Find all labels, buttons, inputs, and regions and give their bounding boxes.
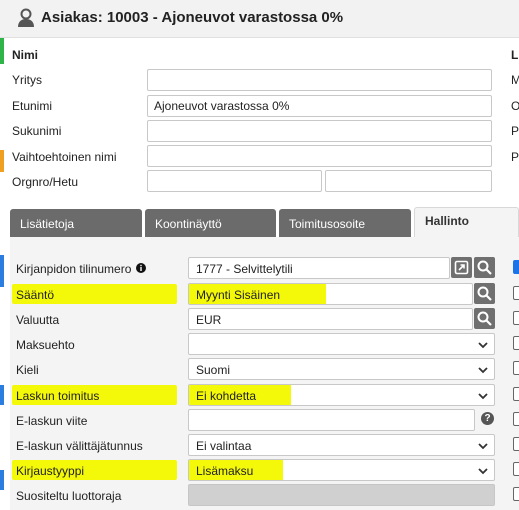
input-yritys[interactable] — [147, 69, 492, 91]
left-accent-strip — [0, 0, 4, 510]
label-yritys: Yritys — [12, 73, 42, 87]
label-orgnro-hetu: Orgnro/Hetu — [12, 175, 79, 189]
help-icon-glyph: ? — [484, 413, 491, 424]
input-orgnro[interactable] — [147, 170, 322, 192]
checkbox-row-7[interactable] — [513, 437, 519, 451]
right-column-item: P — [511, 150, 519, 164]
chevron-down-icon — [478, 367, 488, 374]
input-etunimi[interactable]: Ajoneuvot varastossa 0% — [147, 95, 492, 117]
field-valuutta[interactable]: EUR — [188, 308, 473, 330]
search-icon — [477, 311, 492, 326]
search-icon — [477, 286, 492, 301]
search-button-tilinumero[interactable] — [474, 257, 495, 278]
help-icon[interactable]: ? — [481, 412, 494, 425]
open-link-button[interactable] — [451, 257, 472, 278]
label-laskun-toimitus: Laskun toimitus — [16, 389, 100, 403]
label-vaihtoehtoinen-nimi: Vaihtoehtoinen nimi — [12, 150, 117, 164]
chevron-down-icon — [478, 342, 488, 349]
search-icon — [477, 260, 492, 275]
label-valuutta: Valuutta — [16, 313, 60, 327]
checkbox-row-1[interactable] — [513, 286, 519, 300]
right-column-item: O — [511, 99, 519, 113]
open-link-icon — [454, 260, 469, 275]
field-kirjanpidon-tilinumero-value: 1777 - Selvittelytili — [196, 262, 293, 276]
page-header: Asiakas: 10003 - Ajoneuvot varastossa 0% — [0, 0, 519, 38]
user-icon — [18, 8, 34, 27]
search-button-valuutta[interactable] — [474, 308, 495, 329]
input-vaihtoehtoinen-nimi[interactable] — [147, 145, 492, 167]
field-saanto-value: Myynti Sisäinen — [196, 288, 281, 302]
label-saanto: Sääntö — [16, 288, 55, 302]
tab-koontinaytto[interactable]: Koontinäyttö — [145, 209, 276, 238]
chevron-down-icon — [478, 468, 488, 475]
label-sukunimi: Sukunimi — [12, 124, 62, 138]
input-suositeltu-luottoraja — [188, 484, 495, 506]
input-hetu[interactable] — [325, 170, 492, 192]
label-kirjanpidon-tilinumero-text: Kirjanpidon tilinumero — [16, 262, 132, 276]
field-kirjanpidon-tilinumero[interactable]: 1777 - Selvittelytili — [188, 257, 450, 279]
right-column-item: M — [511, 73, 519, 87]
select-e-laskun-valittajatunnus-value: Ei valintaa — [196, 439, 252, 453]
section-title-name: Nimi — [12, 48, 39, 62]
select-kirjaustyyppi-value: Lisämaksu — [196, 464, 254, 478]
chevron-down-icon — [478, 443, 488, 450]
checkbox-row-2[interactable] — [513, 311, 519, 325]
strip-orange — [0, 150, 4, 172]
select-laskun-toimitus[interactable]: Ei kohdetta — [188, 384, 495, 406]
checkbox-row-3[interactable] — [513, 336, 519, 350]
checkbox-row-5[interactable] — [513, 387, 519, 401]
strip-blue — [0, 255, 4, 287]
field-saanto[interactable]: Myynti Sisäinen — [188, 283, 473, 305]
strip-blue-2 — [0, 385, 4, 405]
select-maksuehto[interactable] — [188, 333, 495, 355]
label-etunimi: Etunimi — [12, 99, 53, 113]
checkbox-row-6[interactable] — [513, 412, 519, 426]
label-kieli: Kieli — [16, 363, 39, 377]
select-e-laskun-valittajatunnus[interactable]: Ei valintaa — [188, 434, 495, 456]
select-kieli[interactable]: Suomi — [188, 358, 495, 380]
tab-toimitusosoite[interactable]: Toimitusosoite — [279, 209, 411, 238]
right-column-item: P — [511, 124, 519, 138]
search-button-saanto[interactable] — [474, 283, 495, 304]
strip-blue-3 — [0, 470, 4, 490]
page-title: Asiakas: 10003 - Ajoneuvot varastossa 0% — [41, 9, 344, 26]
label-suositeltu-luottoraja: Suositeltu luottoraja — [16, 489, 122, 503]
field-valuutta-value: EUR — [196, 313, 222, 327]
label-kirjanpidon-tilinumero: Kirjanpidon tilinumero — [16, 262, 146, 276]
select-laskun-toimitus-value: Ei kohdetta — [196, 389, 257, 403]
checkbox-row-9[interactable] — [513, 487, 519, 501]
strip-green — [0, 38, 4, 64]
tab-lisatietoja[interactable]: Lisätietoja — [10, 209, 142, 238]
label-maksuehto: Maksuehto — [16, 338, 75, 352]
label-e-laskun-viite: E-laskun viite — [16, 414, 88, 428]
checkbox-row-8[interactable] — [513, 462, 519, 476]
right-column-heading: L — [511, 48, 519, 62]
label-e-laskun-valittajatunnus: E-laskun välittäjätunnus — [16, 439, 143, 453]
select-kirjaustyyppi[interactable]: Lisämaksu — [188, 459, 495, 481]
label-kirjaustyyppi: Kirjaustyyppi — [16, 464, 85, 478]
checkbox-row-4[interactable] — [513, 361, 519, 375]
input-e-laskun-viite[interactable] — [188, 409, 475, 431]
info-icon — [135, 263, 146, 273]
checkbox-row-0[interactable] — [513, 260, 519, 274]
chevron-down-icon — [478, 393, 488, 400]
tab-hallinto[interactable]: Hallinto — [414, 207, 519, 238]
select-kieli-value: Suomi — [196, 363, 231, 377]
input-sukunimi[interactable] — [147, 120, 492, 142]
